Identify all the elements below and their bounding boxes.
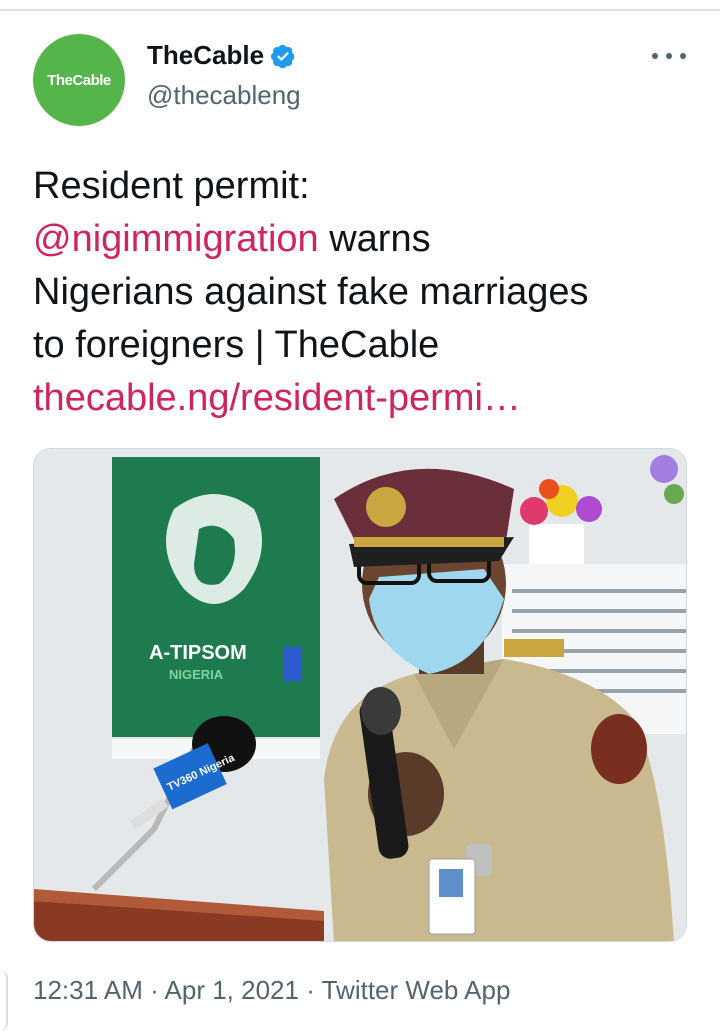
more-dot xyxy=(680,53,686,59)
top-divider xyxy=(0,9,720,11)
poster-title: A-TIPSOM xyxy=(149,642,247,664)
meta-separator: · xyxy=(142,975,165,1005)
tweet-line-4: to foreigners | TheCable xyxy=(33,324,440,366)
display-name[interactable]: TheCable xyxy=(147,40,296,71)
mention-link[interactable]: @nigimmigration xyxy=(33,218,319,260)
more-dot xyxy=(652,53,658,59)
handle[interactable]: @thecableng xyxy=(147,80,301,111)
meta-separator: · xyxy=(298,975,322,1005)
verified-badge-icon xyxy=(271,44,295,68)
more-options-icon[interactable] xyxy=(652,46,686,66)
avatar-logo-text: TheCable xyxy=(47,71,111,89)
display-name-text: TheCable xyxy=(147,40,265,70)
poster-subtitle: NIGERIA xyxy=(169,667,224,682)
tweet-line-2-rest: warns xyxy=(318,218,431,260)
avatar[interactable]: TheCable xyxy=(33,34,125,126)
tweet-source: Twitter Web App xyxy=(321,975,511,1005)
left-edge-handle xyxy=(0,970,8,1031)
tweet-text: Resident permit: @nigimmigration warns N… xyxy=(33,160,693,425)
tweet-metadata: 12:31 AM · Apr 1, 2021 · Twitter Web App xyxy=(33,975,510,1006)
tweet-time[interactable]: 12:31 AM xyxy=(33,975,143,1005)
tweet-line-1: Resident permit: xyxy=(33,165,310,207)
tweet-photo[interactable]: A-TIPSOM NIGERIA TV360 Nigeria xyxy=(33,448,687,942)
photo-illustration: A-TIPSOM NIGERIA TV360 Nigeria xyxy=(34,449,686,941)
tweet-date[interactable]: Apr 1, 2021 xyxy=(165,975,299,1005)
article-link[interactable]: thecable.ng/resident-permi… xyxy=(33,372,693,425)
tweet-line-2: @nigimmigration warns xyxy=(33,213,693,266)
tweet-line-3: Nigerians against fake marriages xyxy=(33,271,589,313)
more-dot xyxy=(666,53,672,59)
